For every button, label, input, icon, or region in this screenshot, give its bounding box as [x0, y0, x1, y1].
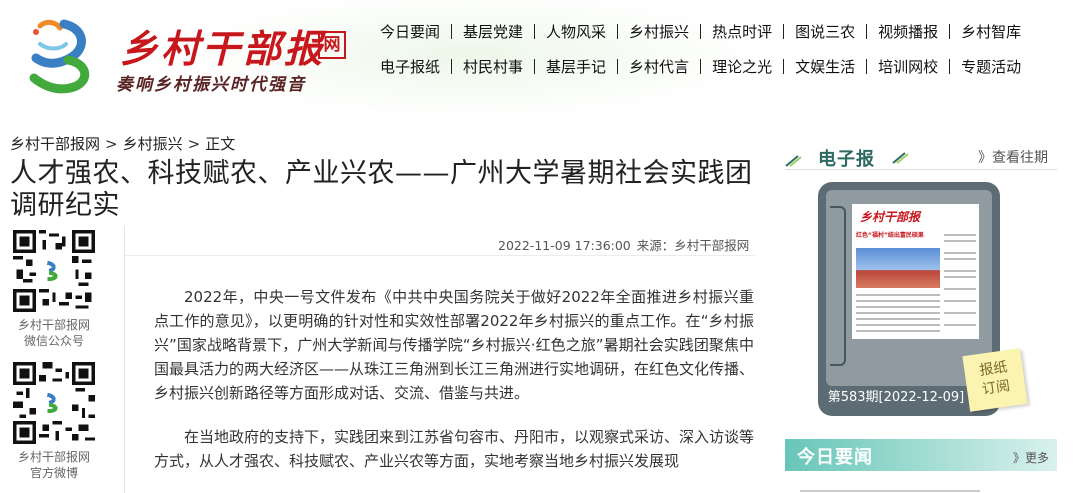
weibo-qr-label: 乡村干部报网 官方微博 — [0, 449, 108, 481]
text-line — [944, 234, 976, 236]
text-line — [944, 312, 976, 314]
weibo-qr-code — [13, 362, 95, 444]
wechat-qr-label-line-1: 乡村干部报网 — [17, 318, 90, 332]
wechat-qr-code — [13, 230, 95, 312]
today-news-list-preview — [800, 487, 980, 493]
breadcrumb-home[interactable]: 乡村干部报网 — [10, 135, 100, 153]
article-body: 2022年，中央一号文件发布《中共中央国务院关于做好2022年全面推进乡村振兴重… — [154, 285, 754, 493]
article-datetime: 2022-11-09 17:36:00 — [498, 238, 631, 253]
nav-divider — [617, 59, 619, 74]
text-line — [856, 324, 940, 326]
text-line — [944, 240, 976, 242]
nav-divider — [534, 59, 536, 74]
text-line — [944, 288, 976, 290]
nav-item-dzbz[interactable]: 电子报纸 — [380, 56, 440, 77]
qr-sidebar: 乡村干部报网 微信公众号 乡村干部报网 官方微博 — [0, 226, 125, 493]
article-paragraph: 2022年，中央一号文件发布《中共中央国务院关于做好2022年全面推进乡村振兴重… — [154, 288, 755, 402]
epaper-archive-link[interactable]: 》查看往期 — [978, 147, 1048, 167]
epaper-section-header: 电子报 》查看往期 — [785, 145, 1060, 171]
text-line — [856, 306, 940, 308]
today-news-more-link[interactable]: 》更多 — [1013, 449, 1049, 466]
nav-divider — [783, 24, 785, 39]
article-title: 人才强农、科技赋农、产业兴农——广州大学暑期社会实践团调研纪实 — [10, 158, 753, 221]
nav-divider — [617, 24, 619, 39]
nav-item-spbb[interactable]: 视频播报 — [878, 21, 938, 42]
nav-item-zthd[interactable]: 专题活动 — [961, 56, 1021, 77]
text-line — [856, 300, 940, 302]
text-line — [944, 324, 976, 326]
breadcrumb-section[interactable]: 乡村振兴 — [123, 135, 183, 153]
text-line — [944, 300, 976, 302]
nav-item-jcsj[interactable]: 基层手记 — [546, 56, 606, 77]
weibo-qr-label-line-2: 官方微博 — [29, 466, 78, 480]
logo-title[interactable]: 乡村干部报 — [120, 18, 325, 73]
nav-divider — [700, 59, 702, 74]
tablet-clip — [830, 206, 846, 366]
nav-item-xczx[interactable]: 乡村振兴 — [629, 21, 689, 42]
text-line — [856, 318, 940, 320]
wechat-qr-label: 乡村干部报网 微信公众号 — [0, 317, 108, 349]
nav-divider — [866, 59, 868, 74]
nav-item-xczk[interactable]: 乡村智库 — [961, 21, 1021, 42]
epaper-heading: 电子报 — [818, 149, 875, 170]
nav-item-rdsp[interactable]: 热点时评 — [712, 21, 772, 42]
epaper-page-thumbnail[interactable]: 乡村干部报 红色“福村”结出富民硕果 — [852, 204, 979, 339]
leaf-icon — [785, 155, 802, 167]
nav-item-xcdy[interactable]: 乡村代言 — [629, 56, 689, 77]
text-line — [944, 258, 976, 260]
nav-item-pxwx[interactable]: 培训网校 — [878, 56, 938, 77]
weibo-qr-label-line-1: 乡村干部报网 — [17, 450, 90, 464]
meta-divider — [125, 255, 755, 256]
nav-divider — [451, 59, 453, 74]
logo-mark-icon[interactable] — [26, 14, 106, 96]
nav-item-rwfc[interactable]: 人物风采 — [546, 21, 606, 42]
nav-divider — [534, 24, 536, 39]
main-nav-row-1: 今日要闻 基层党建 人物风采 乡村振兴 热点时评 图说三农 视频播报 乡村智库 — [380, 21, 1021, 42]
text-line — [944, 252, 976, 254]
text-line — [800, 490, 980, 492]
article-paragraph: 在当地政府的支持下，实践团来到江苏省句容市、丹阳市，以观察式采访、深入访谈等方式… — [154, 428, 755, 470]
breadcrumb-arrow-icon: > — [187, 135, 201, 153]
nav-item-cmcs[interactable]: 村民村事 — [463, 56, 523, 77]
nav-divider — [783, 59, 785, 74]
text-line — [856, 294, 940, 296]
nav-item-wysh[interactable]: 文娱生活 — [795, 56, 855, 77]
text-line — [944, 270, 976, 272]
article-source: 来源：乡村干部报网 — [636, 238, 750, 253]
logo-slogan: 奏响乡村振兴时代强音 — [116, 75, 306, 95]
nav-divider — [949, 24, 951, 39]
epaper-issue-label: 第583期[2022-12-09] — [827, 390, 965, 405]
nav-divider — [451, 24, 453, 39]
logo-badge: 网 — [318, 31, 346, 59]
epaper-header-divider — [785, 169, 1057, 170]
site-header: 乡村干部报 网 奏响乡村振兴时代强音 今日要闻 基层党建 人物风采 乡村振兴 热… — [0, 0, 1080, 118]
text-line — [856, 330, 940, 332]
article-meta: 2022-11-09 17:36:00 来源：乡村干部报网 — [498, 235, 749, 254]
nav-divider — [949, 59, 951, 74]
main-nav-row-2: 电子报纸 村民村事 基层手记 乡村代言 理论之光 文娱生活 培训网校 专题活动 — [380, 56, 1021, 77]
wechat-qr-label-line-2: 微信公众号 — [23, 334, 84, 348]
breadcrumb: 乡村干部报网 > 乡村振兴 > 正文 — [10, 133, 235, 154]
epaper-page-headline: 红色“福村”结出富民硕果 — [856, 232, 924, 239]
nav-divider — [700, 24, 702, 39]
today-news-header: 今日要闻 》更多 — [785, 439, 1057, 471]
nav-item-tssn[interactable]: 图说三农 — [795, 21, 855, 42]
today-news-heading: 今日要闻 — [797, 447, 873, 468]
nav-item-jcdj[interactable]: 基层党建 — [463, 21, 523, 42]
leaf-icon — [892, 152, 909, 164]
subscribe-note-button[interactable]: 报纸 订阅 — [962, 348, 1028, 412]
nav-item-jrym[interactable]: 今日要闻 — [380, 21, 440, 42]
epaper-page-masthead: 乡村干部报 — [860, 210, 921, 224]
nav-item-llzg[interactable]: 理论之光 — [712, 56, 772, 77]
text-line — [856, 312, 940, 314]
text-line — [944, 276, 976, 278]
breadcrumb-current: 正文 — [205, 135, 236, 153]
nav-divider — [866, 24, 868, 39]
epaper-page-photo — [856, 248, 940, 288]
breadcrumb-arrow-icon: > — [105, 135, 118, 153]
